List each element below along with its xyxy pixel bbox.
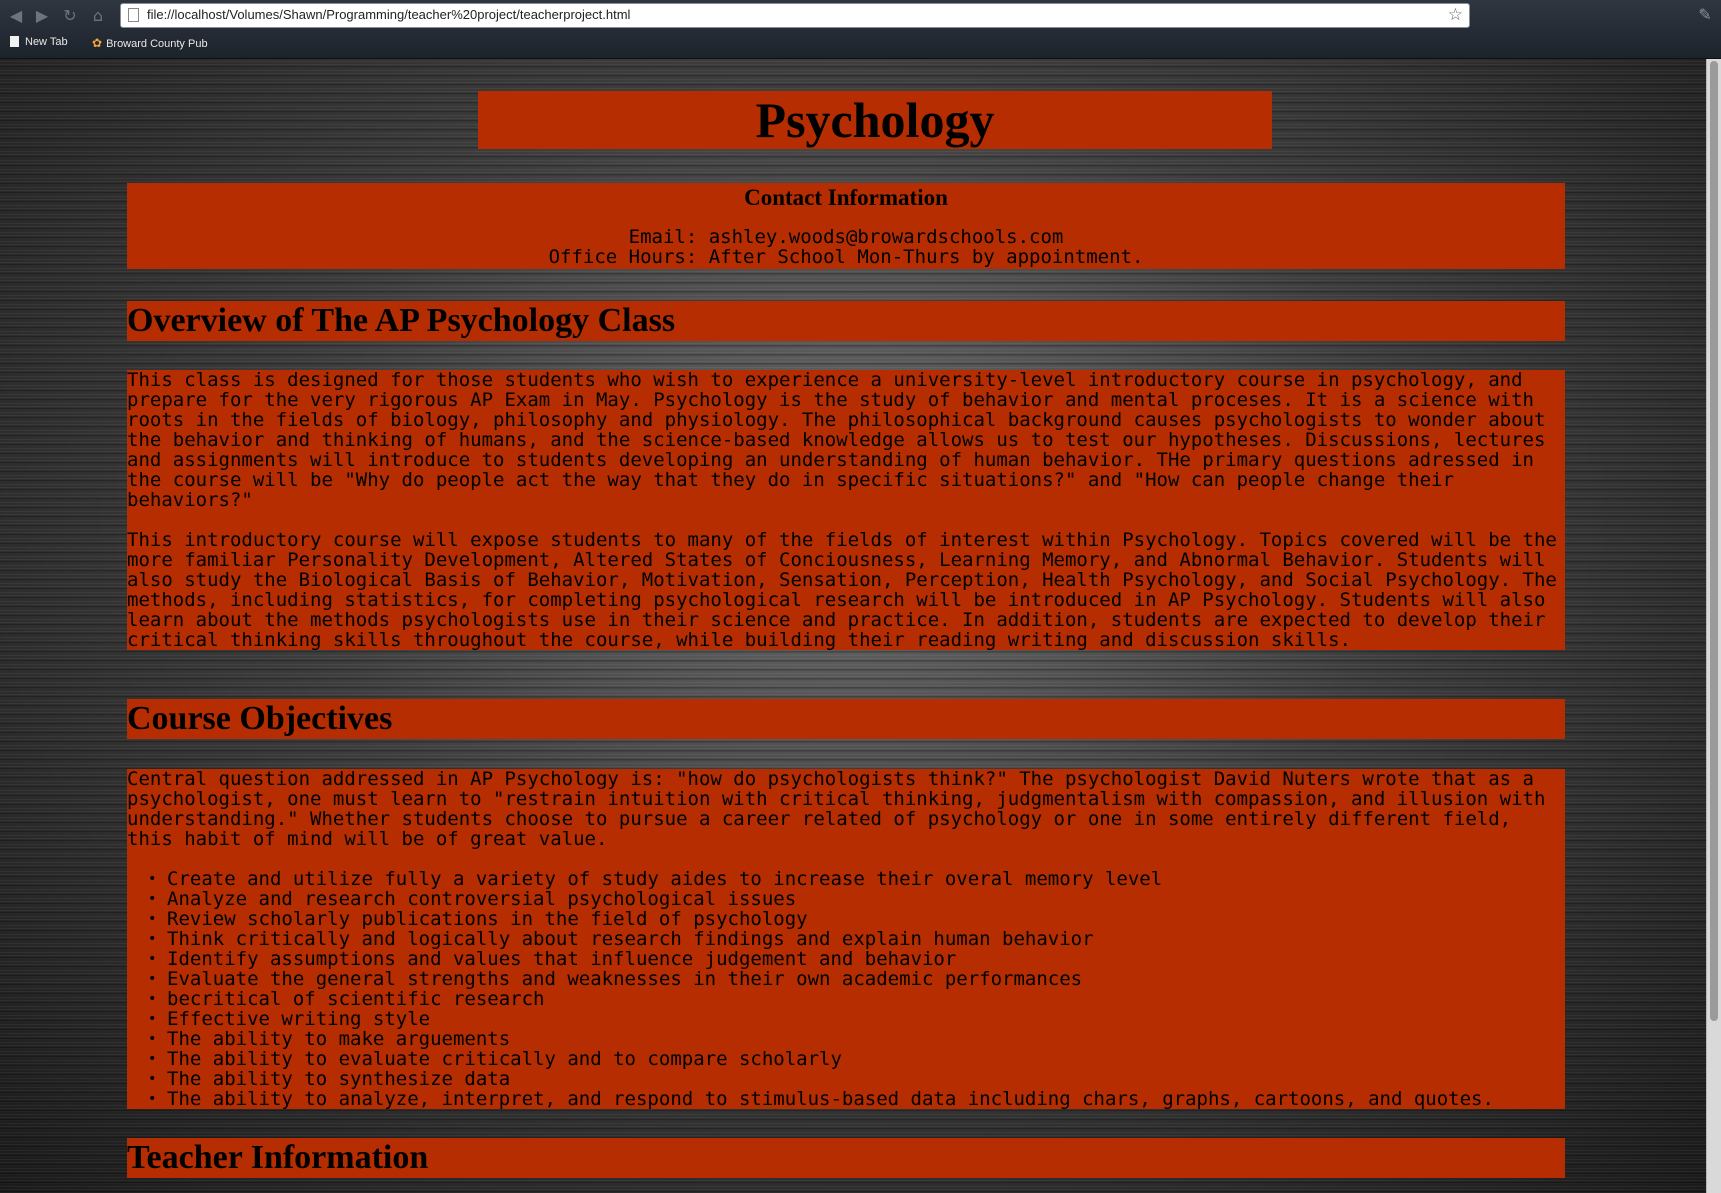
list-item: Think critically and logically about res… bbox=[148, 929, 1565, 949]
list-item: The ability to analyze, interpret, and r… bbox=[148, 1089, 1565, 1109]
reload-icon[interactable]: ↻ bbox=[60, 6, 80, 26]
browser-toolbar: ◀ ▶ ↻ ⌂ file://localhost/Volumes/Shawn/P… bbox=[0, 0, 1721, 59]
bookmarks-bar: New Tab ✿ Broward County Pub bbox=[0, 33, 1721, 55]
bookmark-label: Broward County Pub bbox=[106, 38, 208, 50]
list-item: becritical of scientific research bbox=[148, 989, 1565, 1009]
bookmark-new-tab[interactable]: New Tab bbox=[10, 36, 68, 48]
page-viewport: Psychology Contact Information Email: as… bbox=[0, 59, 1706, 1193]
contact-section: Contact Information Email: ashley.woods@… bbox=[127, 183, 1565, 269]
overview-paragraph: This class is designed for those student… bbox=[127, 369, 1546, 511]
vertical-scrollbar[interactable] bbox=[1706, 59, 1721, 1193]
flower-icon: ✿ bbox=[92, 36, 103, 50]
office-hours: Office Hours: After School Mon-Thurs by … bbox=[548, 246, 1144, 268]
overview-text: This class is designed for those student… bbox=[127, 370, 1565, 650]
document-icon bbox=[10, 36, 19, 47]
objectives-heading: Course Objectives bbox=[127, 699, 1565, 739]
list-item: The ability to make arguements bbox=[148, 1029, 1565, 1049]
contact-heading: Contact Information bbox=[744, 185, 948, 210]
home-icon[interactable]: ⌂ bbox=[88, 6, 108, 26]
list-item: Analyze and research controversial psych… bbox=[148, 889, 1565, 909]
page-icon bbox=[128, 8, 139, 22]
objectives-list: Create and utilize fully a variety of st… bbox=[127, 869, 1565, 1109]
overview-heading: Overview of The AP Psychology Class bbox=[127, 301, 1565, 341]
address-bar[interactable]: file://localhost/Volumes/Shawn/Programmi… bbox=[120, 3, 1470, 28]
bookmark-broward[interactable]: ✿ Broward County Pub bbox=[92, 36, 208, 50]
wrench-menu-icon[interactable]: ✎ bbox=[1695, 5, 1715, 25]
page-title: Psychology bbox=[478, 91, 1272, 149]
list-item: Create and utilize fully a variety of st… bbox=[148, 869, 1565, 889]
list-item: Effective writing style bbox=[148, 1009, 1565, 1029]
list-item: The ability to evaluate critically and t… bbox=[148, 1049, 1565, 1069]
list-item: Review scholarly publications in the fie… bbox=[148, 909, 1565, 929]
scrollbar-thumb[interactable] bbox=[1710, 61, 1718, 1021]
forward-arrow-icon[interactable]: ▶ bbox=[32, 6, 52, 26]
objectives-text: Central question addressed in AP Psychol… bbox=[127, 769, 1565, 1109]
teacher-heading: Teacher Information bbox=[127, 1138, 1565, 1178]
objectives-intro: Central question addressed in AP Psychol… bbox=[127, 768, 1546, 850]
list-item: Identify assumptions and values that inf… bbox=[148, 949, 1565, 969]
list-item: Evaluate the general strengths and weakn… bbox=[148, 969, 1565, 989]
back-arrow-icon[interactable]: ◀ bbox=[6, 6, 26, 26]
url-text[interactable]: file://localhost/Volumes/Shawn/Programmi… bbox=[147, 7, 630, 22]
bookmark-label: New Tab bbox=[25, 36, 68, 48]
overview-paragraph: This introductory course will expose stu… bbox=[127, 529, 1557, 651]
bookmark-star-icon[interactable]: ☆ bbox=[1448, 5, 1463, 25]
list-item: The ability to synthesize data bbox=[148, 1069, 1565, 1089]
contact-email: Email: ashley.woods@browardschools.com bbox=[628, 226, 1064, 248]
